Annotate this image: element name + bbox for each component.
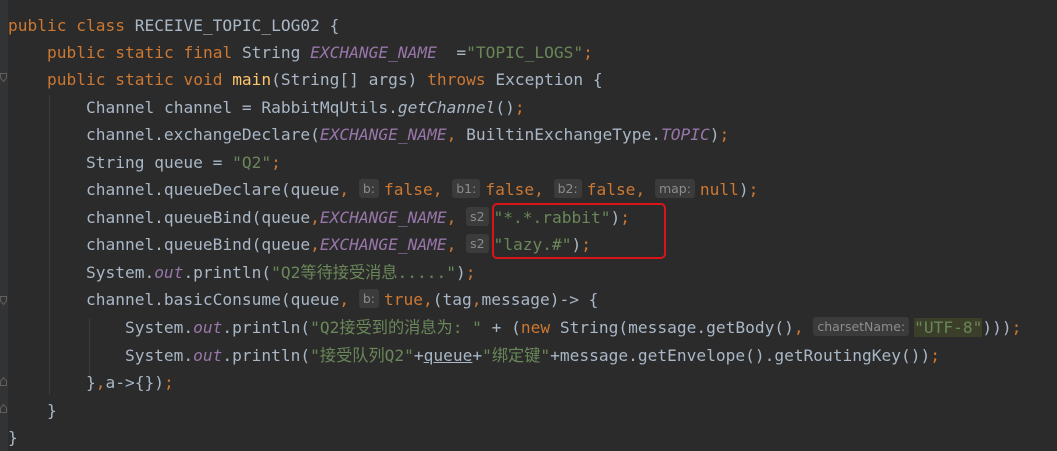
keyword: false [485,180,535,199]
param-hint: b: [358,179,380,198]
string-literal: "UTF-8" [914,318,983,337]
keyword: static [115,70,174,89]
static-field: out [193,346,223,365]
code-line-15[interactable]: } [8,397,57,424]
code-line-2[interactable]: public static final String EXCHANGE_NAME… [8,39,593,66]
type-name: Channel [85,98,155,117]
keyword: new [520,318,551,337]
method-name: main [232,70,272,89]
code-line-13[interactable]: System.out.println("接受队列Q2"+queue+"绑定键"+… [8,342,940,369]
constant-name: EXCHANGE_NAME [319,208,447,227]
captured-variable: queue [423,346,473,365]
keyword: false [384,180,433,199]
class-name: RECEIVE_TOPIC_LOG02 [134,16,320,35]
code-line-16[interactable]: } [8,424,18,451]
param-hint: s2 [466,234,489,253]
code-line-10[interactable]: System.out.println("Q2等待接受消息....."); [8,259,476,286]
highlight-annotation-box [492,203,666,259]
keyword: public [8,16,67,35]
code-line-3[interactable]: public static void main(String[] args) t… [8,66,603,93]
keyword: false [586,180,636,199]
param-hint: b1: [452,179,481,198]
type-name: Exception [495,70,584,89]
type-name: String [85,153,145,172]
type-name: String [559,318,619,337]
string-literal: "Q2接受到的消息为: " [310,318,482,337]
static-method: getChannel [397,98,496,117]
code-line-4[interactable]: Channel channel = RabbitMqUtils.getChann… [8,94,525,121]
code-line-5[interactable]: channel.exchangeDeclare(EXCHANGE_NAME, B… [8,121,729,148]
type-name: String [241,43,301,62]
code-line-1[interactable]: public class RECEIVE_TOPIC_LOG02 { [8,12,339,39]
keyword: null [699,180,739,199]
code-line-14[interactable]: },a->{}); [8,369,174,396]
keyword: static [115,43,174,62]
string-literal: "Q2等待接受消息....." [271,263,456,282]
keyword: final [183,43,233,62]
static-field: out [154,263,184,282]
constant-name: EXCHANGE_NAME [310,43,437,62]
param-hint: s2 [466,207,489,226]
code-line-7[interactable]: channel.queueDeclare(queue, b: false, b1:… [8,176,758,203]
string-literal: "绑定键" [482,346,551,365]
string-literal: "TOPIC_LOGS" [466,43,584,62]
param-hint: map: [654,179,695,198]
static-field: out [193,318,223,337]
string-literal: "Q2" [232,153,272,172]
keyword: public [46,43,106,62]
keyword: true [384,290,423,309]
constant-name: TOPIC [661,125,710,144]
fold-marker-icon[interactable] [0,377,7,386]
fold-marker-icon[interactable] [0,296,7,305]
param-hint: b: [358,289,380,308]
keyword: throws [427,70,486,89]
keyword: void [183,70,223,89]
code-line-11[interactable]: channel.basicConsume(queue, b: true,(tag,… [8,286,598,313]
constant-name: EXCHANGE_NAME [319,235,447,254]
constant-name: EXCHANGE_NAME [319,125,447,144]
keyword: public [46,70,106,89]
fold-marker-icon[interactable] [0,404,7,413]
code-line-6[interactable]: String queue = "Q2"; [8,149,281,176]
fold-marker-icon[interactable] [0,73,7,82]
param-hint: b2: [553,179,582,198]
code-editor[interactable]: public class RECEIVE_TOPIC_LOG02 { publi… [0,0,1057,451]
param-hint: charsetName: [813,317,910,336]
code-line-12[interactable]: System.out.println("Q2接受到的消息为: " + (new … [8,314,1021,341]
type-name: String [280,70,340,89]
keyword: class [76,16,125,35]
string-literal: "接受队列Q2" [310,346,414,365]
